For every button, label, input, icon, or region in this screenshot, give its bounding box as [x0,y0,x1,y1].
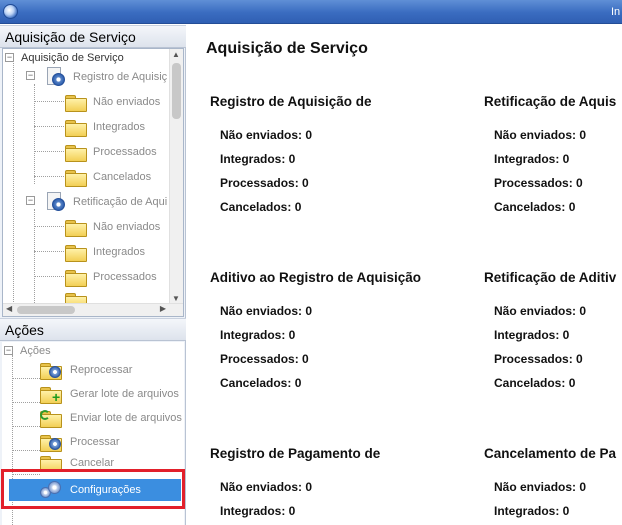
card-row: Integrados: 0 [494,328,570,342]
scroll-thumb[interactable] [172,63,181,119]
tree-item-label: Não enviados [93,96,161,108]
summary-card: Registro de Pagamento de Não enviados: 0… [210,446,480,518]
window-titlebar: In [0,0,622,24]
reprocess-folder-icon [40,360,62,380]
add-folder-icon: + [40,384,62,404]
app-icon[interactable] [3,4,18,19]
scroll-down-icon[interactable]: ▼ [172,294,180,303]
generate-batch-label: Gerar lote de arquivos [70,388,179,400]
folder-icon [65,244,87,262]
left-sidebar: Aquisição de Serviço − Aquisição de Serv… [0,25,186,525]
settings-document-icon [44,67,66,87]
card-row: Não enviados: 0 [494,128,587,142]
tree-item-label: Aquisição de Serviço [21,52,124,64]
folder-icon [65,219,87,237]
card-row: Integrados: 0 [494,152,570,166]
tree-item-aquisicao-servico[interactable]: Aquisição de Serviço [21,51,124,65]
tree-item-label: Integrados [93,246,145,258]
tree-item-integrados[interactable]: Integrados [65,118,145,137]
card-row: Cancelados: 0 [220,376,302,390]
card-title: Cancelamento de Pa [484,446,617,461]
folder-icon [65,119,87,137]
tree-item-nao-enviados[interactable]: Não enviados [65,218,161,237]
reprocess-label: Reprocessar [70,364,133,376]
card-row: Integrados: 0 [494,504,570,518]
tree-item-label: Não enviados [93,221,161,233]
tree-item-processados[interactable]: Processados [65,143,157,162]
send-folder-icon [40,408,62,428]
tree-item-label: Retificação de Aqui [73,196,168,208]
summary-card: Retificação de Aquis Não enviados: 0 Int… [484,94,622,214]
summary-card: Cancelamento de Pa Não enviados: 0 Integ… [484,446,622,518]
card-row: Não enviados: 0 [220,304,313,318]
send-batch-button[interactable]: Enviar lote de arquivos [40,407,182,429]
card-row: Não enviados: 0 [494,304,587,318]
card-row: Não enviados: 0 [220,480,313,494]
horizontal-scrollbar[interactable]: ◀ ▶ [3,303,183,316]
collapse-toggle[interactable]: − [26,196,35,205]
collapse-toggle[interactable]: − [5,53,14,62]
card-row: Processados: 0 [494,352,583,366]
generate-batch-button[interactable]: + Gerar lote de arquivos [40,383,182,405]
card-row: Integrados: 0 [220,328,296,342]
card-row: Não enviados: 0 [220,128,313,142]
page-title: Aquisição de Serviço [206,40,368,57]
card-row: Não enviados: 0 [494,480,587,494]
vertical-scrollbar[interactable]: ▲ ▼ [169,49,183,304]
window-title: In [611,6,621,18]
card-row: Cancelados: 0 [494,376,576,390]
card-title: Registro de Aquisição de [210,94,372,109]
scroll-up-icon[interactable]: ▲ [172,50,180,59]
panel-header-acoes: Ações [0,318,186,341]
tree-item-label: Cancelados [93,171,152,183]
summary-card: Registro de Aquisição de Não enviados: 0… [210,94,480,214]
folder-icon [65,269,87,287]
card-title: Aditivo ao Registro de Aquisição [210,270,422,285]
card-row: Processados: 0 [220,352,309,366]
tree-item-integrados[interactable]: Integrados [65,243,145,262]
card-title: Retificação de Aquis [484,94,617,109]
actions-root: Ações [20,344,51,358]
collapse-toggle[interactable]: − [4,346,13,355]
summary-card: Aditivo ao Registro de Aquisição Não env… [210,270,480,390]
scroll-left-icon[interactable]: ◀ [6,304,12,313]
navigation-tree: − Aquisição de Serviço − Registro de Aqu… [2,48,184,317]
tree-item-processados[interactable]: Processados [65,268,157,287]
tree-item-cancelados[interactable]: Cancelados [65,168,152,187]
cancel-label: Cancelar [70,457,115,469]
summary-card: Retificação de Aditiv Não enviados: 0 In… [484,270,622,390]
process-label: Processar [70,436,120,448]
folder-icon [65,169,87,187]
card-row: Processados: 0 [494,176,583,190]
send-batch-label: Enviar lote de arquivos [70,412,182,424]
card-row: Processados: 0 [220,176,309,190]
tree-item-registro-aquisicao[interactable]: Registro de Aquisiç [44,67,167,87]
folder-icon [65,144,87,162]
tree-item-nao-enviados[interactable]: Não enviados [65,93,161,112]
scroll-right-icon[interactable]: ▶ [160,304,166,313]
process-folder-icon [40,432,62,452]
reprocess-button[interactable]: Reprocessar [40,359,182,381]
card-row: Integrados: 0 [220,152,296,166]
tree-item-label: Processados [93,146,157,158]
panel-header-aquisicao: Aquisição de Serviço [0,25,186,48]
card-row: Cancelados: 0 [220,200,302,214]
actions-root-label: Ações [20,345,51,357]
card-title: Registro de Pagamento de [210,446,381,461]
process-button[interactable]: Processar [40,431,182,453]
scroll-thumb[interactable] [17,306,75,314]
card-title: Retificação de Aditiv [484,270,617,285]
highlight-annotation-box [1,469,185,509]
main-content: Aquisição de Serviço Registro de Aquisiç… [187,25,622,525]
tree-item-retificacao-aquisicao[interactable]: Retificação de Aqui [44,192,167,212]
tree-item-label: Processados [93,271,157,283]
collapse-toggle[interactable]: − [26,71,35,80]
tree-item-label: Integrados [93,121,145,133]
tree-item-label: Registro de Aquisiç [73,71,168,83]
card-row: Cancelados: 0 [494,200,576,214]
folder-icon [65,94,87,112]
card-row: Integrados: 0 [220,504,296,518]
settings-document-icon [44,192,66,212]
